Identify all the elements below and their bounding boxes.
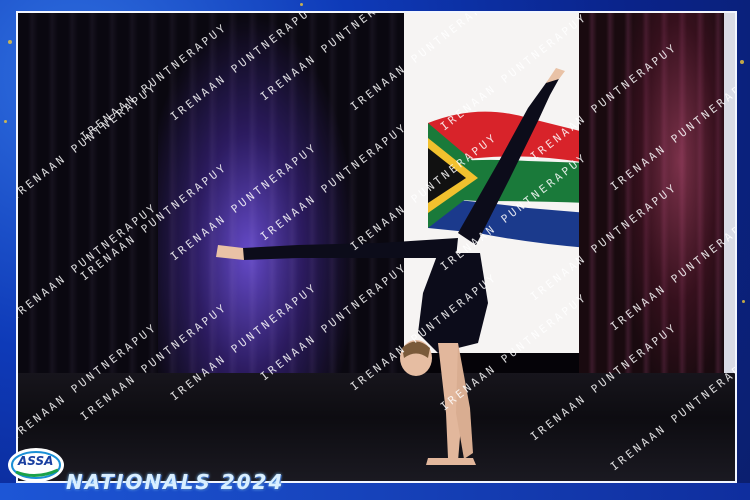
stage-photo: IRENAAN PUNTNERAPUY IRENAAN PUNTNERAPUY …: [16, 11, 737, 483]
decor-speck: [300, 3, 303, 6]
decor-speck: [742, 300, 745, 303]
logo-text: ASSA: [18, 454, 54, 468]
photo-frame: IRENAAN PUNTNERAPUY IRENAAN PUNTNERAPUY …: [0, 0, 750, 500]
decor-speck: [4, 120, 7, 123]
event-title: NATIONALS 2024: [66, 470, 285, 494]
decor-speck: [8, 40, 12, 44]
decor-speck: [740, 60, 744, 64]
dancer-figure: [216, 68, 565, 465]
